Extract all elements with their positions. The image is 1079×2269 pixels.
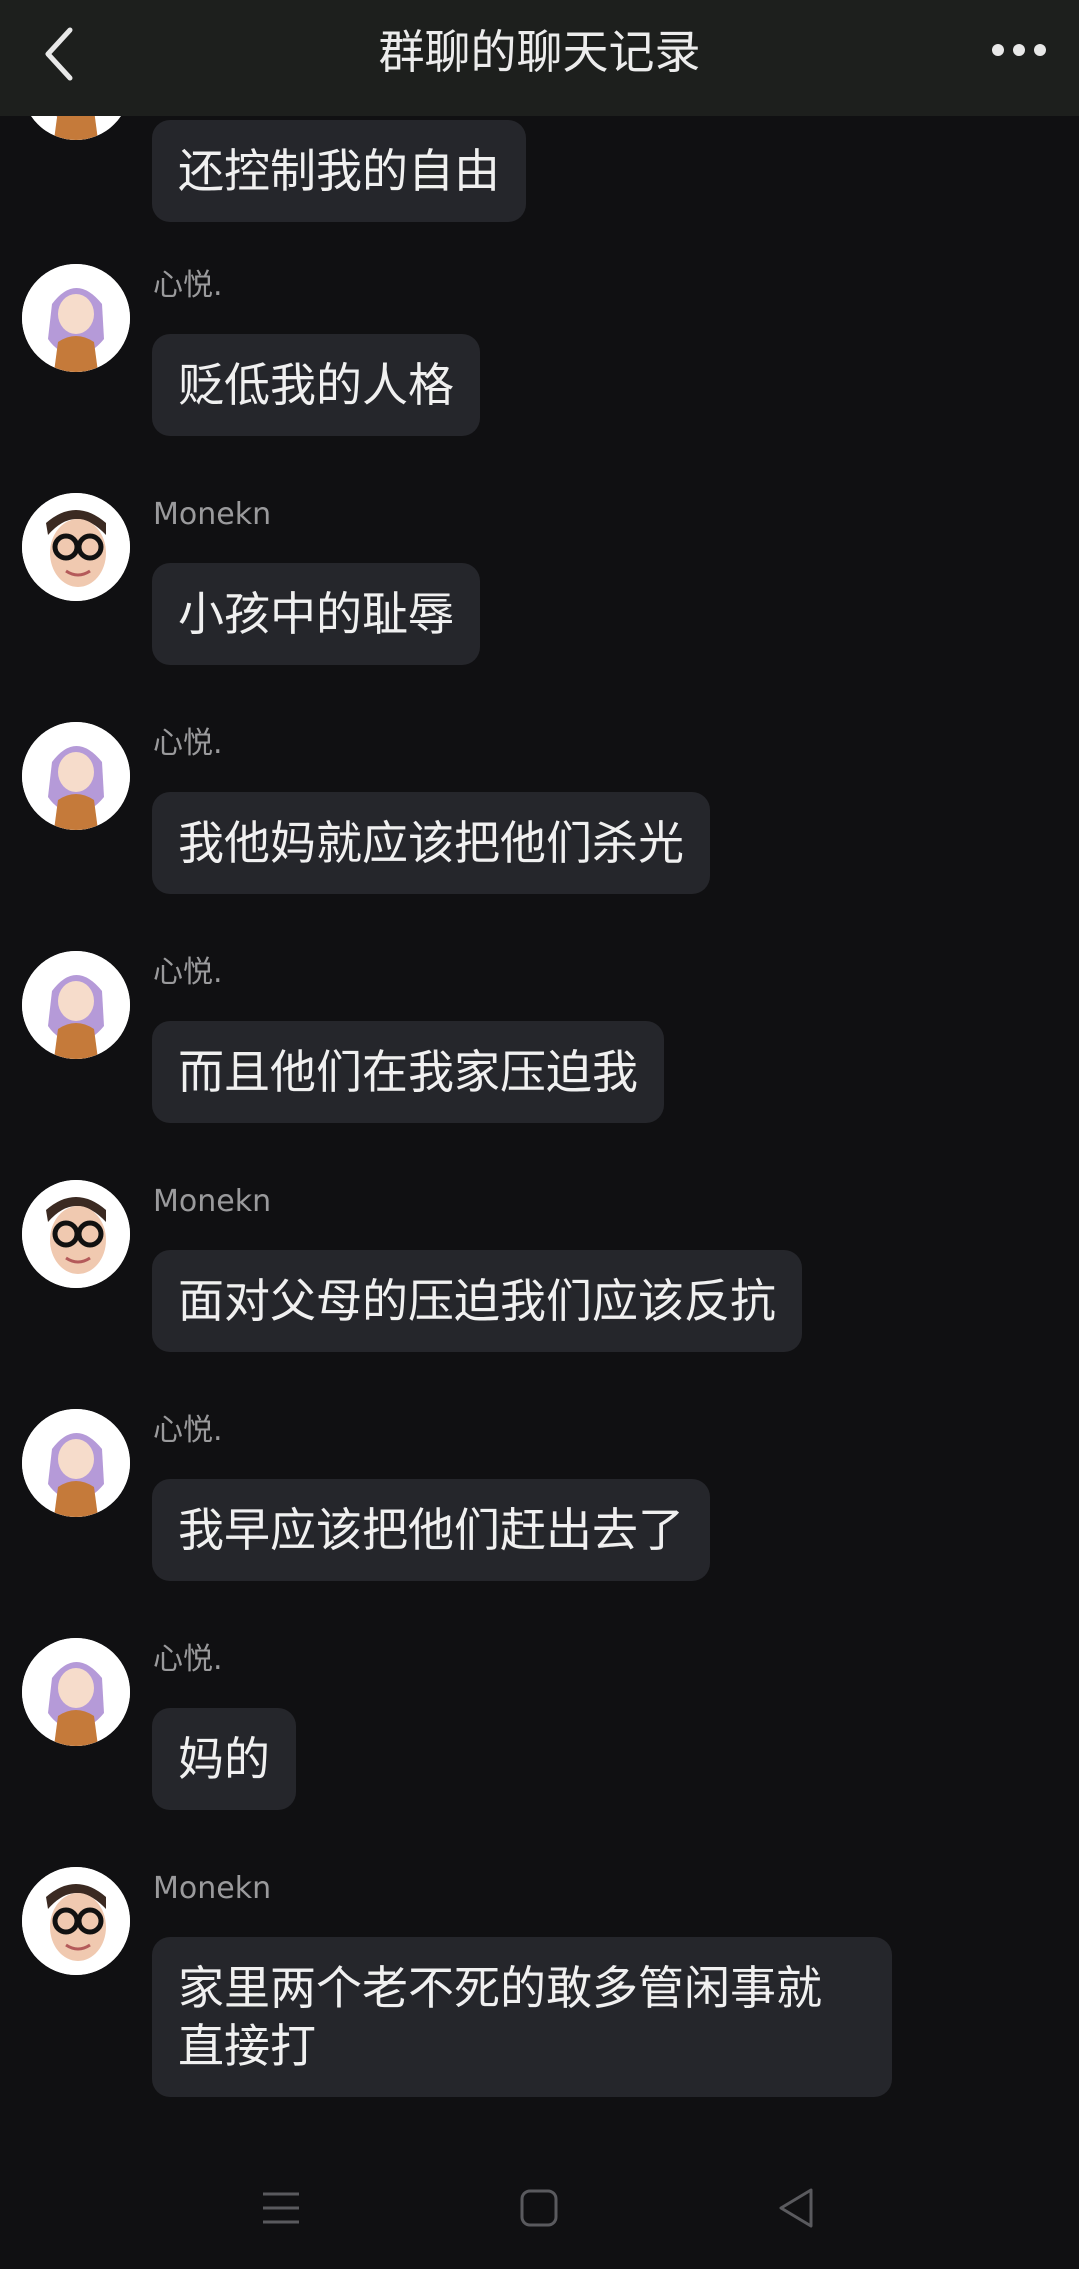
system-nav-bar: [0, 2150, 1079, 2269]
message-text: 妈的: [178, 1732, 270, 1786]
sender-name: Monekn: [153, 497, 272, 532]
boy-glasses-avatar[interactable]: [22, 1867, 130, 1975]
message-bubble[interactable]: 面对父母的压迫我们应该反抗: [152, 1250, 802, 1352]
sender-name: Monekn: [153, 1184, 272, 1219]
message-text: 而且他们在我家压迫我: [178, 1045, 638, 1099]
message-bubble[interactable]: 贬低我的人格: [152, 334, 480, 436]
message-text: 面对父母的压迫我们应该反抗: [178, 1274, 776, 1328]
message-bubble[interactable]: 而且他们在我家压迫我: [152, 1021, 664, 1123]
anime-girl-avatar[interactable]: [22, 1409, 130, 1517]
message-text: 小孩中的耻辱: [178, 587, 454, 641]
message-bubble[interactable]: 我早应该把他们赶出去了: [152, 1479, 710, 1581]
message-bubble[interactable]: 我他妈就应该把他们杀光: [152, 792, 710, 894]
anime-girl-avatar[interactable]: [22, 951, 130, 1059]
sender-name: Monekn: [153, 1871, 272, 1906]
sender-name: 心悦.: [153, 1413, 223, 1448]
sender-name: 心悦.: [153, 1642, 223, 1677]
menu-button[interactable]: [251, 2178, 311, 2238]
more-button[interactable]: [989, 30, 1049, 70]
message-text: 我早应该把他们赶出去了: [178, 1503, 684, 1557]
message-text: 家里两个老不死的敢多管闲事就直接打: [178, 1961, 822, 2073]
more-horizontal-icon: [992, 44, 1046, 56]
message-text: 还控制我的自由: [178, 144, 500, 198]
chat-history-screen: 还控制我的自由 心悦. 贬低我的人格 Monekn 小孩中的耻辱 心悦. 我他妈…: [0, 0, 1079, 2269]
message-text: 我他妈就应该把他们杀光: [178, 816, 684, 870]
sender-name: 心悦.: [153, 726, 223, 761]
message-bubble[interactable]: 妈的: [152, 1708, 296, 1810]
top-app-bar: 群聊的聊天记录: [0, 0, 1079, 116]
home-button[interactable]: [509, 2178, 569, 2238]
triangle-back-icon: [779, 2188, 813, 2228]
anime-girl-avatar[interactable]: [22, 1638, 130, 1746]
menu-icon: [263, 2192, 299, 2224]
boy-glasses-avatar[interactable]: [22, 493, 130, 601]
anime-girl-avatar[interactable]: [22, 264, 130, 372]
message-bubble[interactable]: 小孩中的耻辱: [152, 563, 480, 665]
boy-glasses-avatar[interactable]: [22, 1180, 130, 1288]
message-bubble[interactable]: 家里两个老不死的敢多管闲事就直接打: [152, 1937, 892, 2097]
sender-name: 心悦.: [153, 268, 223, 303]
sender-name: 心悦.: [153, 955, 223, 990]
page-title: 群聊的聊天记录: [378, 25, 701, 79]
message-text: 贬低我的人格: [178, 358, 454, 412]
message-bubble[interactable]: 还控制我的自由: [152, 120, 526, 222]
square-home-icon: [520, 2189, 558, 2227]
system-back-button[interactable]: [767, 2178, 827, 2238]
anime-girl-avatar[interactable]: [22, 722, 130, 830]
